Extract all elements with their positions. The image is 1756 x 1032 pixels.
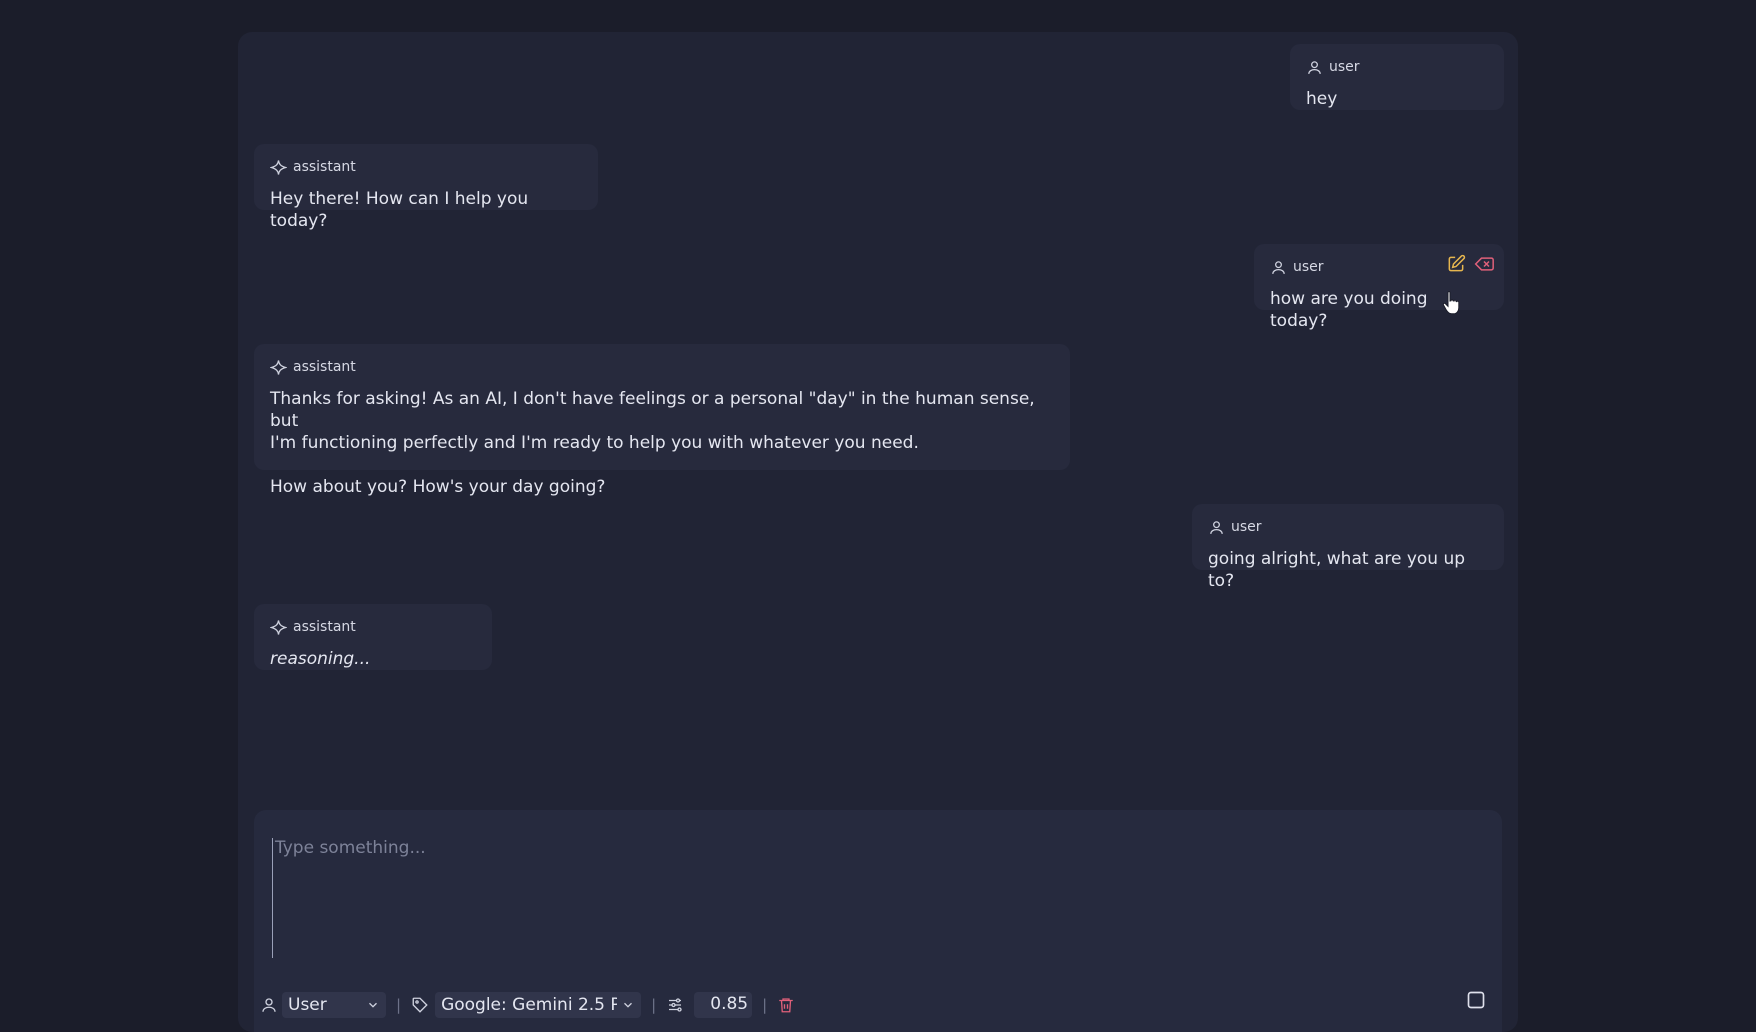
message-role: user xyxy=(1306,58,1486,76)
sliders-icon[interactable] xyxy=(666,996,684,1014)
sparkle-icon xyxy=(270,619,287,635)
user-message: user going alright, what are you up to? xyxy=(1192,504,1504,591)
user-message: user how are you doing today? xyxy=(1254,244,1504,331)
role-label: assistant xyxy=(293,159,356,175)
message-text: Hey there! How can I help you today? xyxy=(270,189,529,231)
temperature-input[interactable]: 0.85 xyxy=(694,992,753,1018)
message-role: assistant xyxy=(270,618,474,636)
message-actions xyxy=(1446,254,1494,274)
message-text: hey xyxy=(1306,89,1338,109)
user-icon xyxy=(262,998,276,1012)
message-text: Thanks for asking! As an AI, I don't hav… xyxy=(270,389,1035,497)
assistant-message: assistant Hey there! How can I help you … xyxy=(254,144,598,231)
edit-icon[interactable] xyxy=(1446,254,1466,274)
sparkle-icon xyxy=(270,159,287,175)
user-icon xyxy=(1272,260,1285,274)
role-select[interactable]: User xyxy=(282,992,386,1018)
square-icon[interactable] xyxy=(1466,990,1486,1010)
message-role: assistant xyxy=(270,358,1052,376)
chevron-down-icon xyxy=(624,1002,633,1008)
user-message: user hey xyxy=(1290,44,1504,110)
assistant-message: assistant reasoning... xyxy=(254,604,492,670)
role-label: user xyxy=(1293,259,1324,275)
role-label: user xyxy=(1329,59,1360,75)
user-icon xyxy=(1210,520,1223,534)
role-label: assistant xyxy=(293,619,356,635)
role-label: assistant xyxy=(293,359,356,375)
composer-toolbar: User | Google: Gemini 2.5 Pro | 0.85 | xyxy=(260,991,795,1019)
sparkle-icon xyxy=(270,359,287,375)
reasoning-indicator: reasoning... xyxy=(270,649,371,669)
model-select-value: Google: Gemini 2.5 Pro xyxy=(441,995,618,1015)
message-role: assistant xyxy=(270,158,580,176)
delete-icon[interactable] xyxy=(1474,254,1494,274)
user-icon xyxy=(1308,60,1321,74)
assistant-message: assistant Thanks for asking! As an AI, I… xyxy=(254,344,1070,497)
divider: | xyxy=(762,996,768,1014)
message-text: going alright, what are you up to? xyxy=(1208,549,1466,591)
message-text: how are you doing today? xyxy=(1270,289,1428,331)
role-label: user xyxy=(1231,519,1262,535)
role-select-value: User xyxy=(288,995,327,1015)
message-input[interactable] xyxy=(272,838,1472,958)
divider: | xyxy=(651,996,657,1014)
model-select[interactable]: Google: Gemini 2.5 Pro xyxy=(435,992,642,1018)
divider: | xyxy=(396,996,402,1014)
composer: User | Google: Gemini 2.5 Pro | 0.85 | xyxy=(254,810,1502,1032)
tag-icon xyxy=(412,997,428,1013)
message-role: user xyxy=(1208,518,1486,536)
chevron-down-icon xyxy=(369,1002,377,1008)
chat-window: user hey assistant Hey there! How can I … xyxy=(238,32,1518,1032)
trash-icon[interactable] xyxy=(777,996,795,1014)
